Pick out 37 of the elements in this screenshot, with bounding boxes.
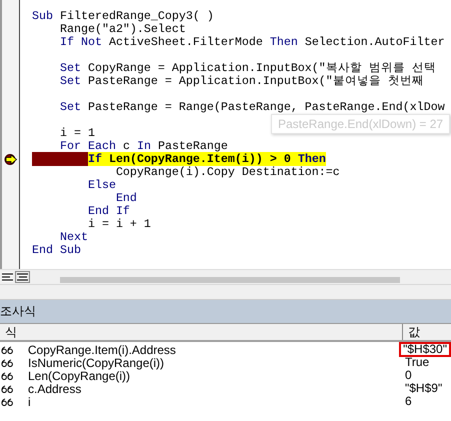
code-line: Else <box>86 179 116 192</box>
glasses-icon <box>1 398 14 406</box>
code-line: i = 1 <box>58 127 95 140</box>
code-line: Set PasteRange = Range(PasteRange, PasteRange.End(xlDow <box>58 101 445 114</box>
watch-expression: CopyRange.Item(i).Address <box>28 342 177 356</box>
code-line: End Sub <box>32 244 81 257</box>
current-code-line: If Len(CopyRange.Item(i)) > 0 Then <box>32 153 326 166</box>
glasses-icon <box>1 372 14 380</box>
glasses-icon <box>1 384 14 392</box>
panel-title: 조사식 <box>0 303 36 320</box>
watch-expression: Len(CopyRange(i)) <box>28 368 130 382</box>
watch-expression: c.Address <box>28 382 82 396</box>
code-line: Set CopyRange = Application.InputBox("복사할 범위를 선택 <box>58 62 436 75</box>
code-line: Set PasteRange = Application.InputBox("붙여넣을 첫번째 <box>58 75 424 88</box>
code-line: End <box>114 192 137 205</box>
watch-value: True <box>404 355 430 370</box>
glasses-icon <box>1 346 14 354</box>
code-line: If Not ActiveSheet.FilterMode Then Selection.AutoFilter <box>58 36 445 49</box>
procedure-view-button[interactable] <box>0 271 15 283</box>
code-line: Next <box>58 231 88 244</box>
code-line: Sub FilteredRange_Copy3( ) <box>32 10 214 23</box>
full-module-view-button[interactable] <box>15 271 30 283</box>
code-line: Range("a2").Select <box>58 23 186 36</box>
code-line: End If <box>86 205 130 218</box>
code-line: CopyRange(i).Copy Destination:=c <box>116 166 340 179</box>
watch-value: 0 <box>404 368 413 383</box>
code-line: i = i + 1 <box>87 218 151 231</box>
column-header[interactable]: 값 <box>403 324 420 340</box>
watch-value: "$H$9" <box>404 381 444 396</box>
watch-expression: IsNumeric(CopyRange(i)) <box>28 356 164 370</box>
horizontal-scrollbar[interactable] <box>60 277 400 283</box>
highlighted-watch-value: "$H$30" <box>399 342 451 357</box>
code-line: For Each c In PasteRange <box>58 140 228 153</box>
column-header[interactable]: 식 <box>0 324 403 340</box>
watch-expression: i <box>28 394 32 408</box>
watch-value: 6 <box>404 394 413 409</box>
glasses-icon <box>1 358 14 366</box>
